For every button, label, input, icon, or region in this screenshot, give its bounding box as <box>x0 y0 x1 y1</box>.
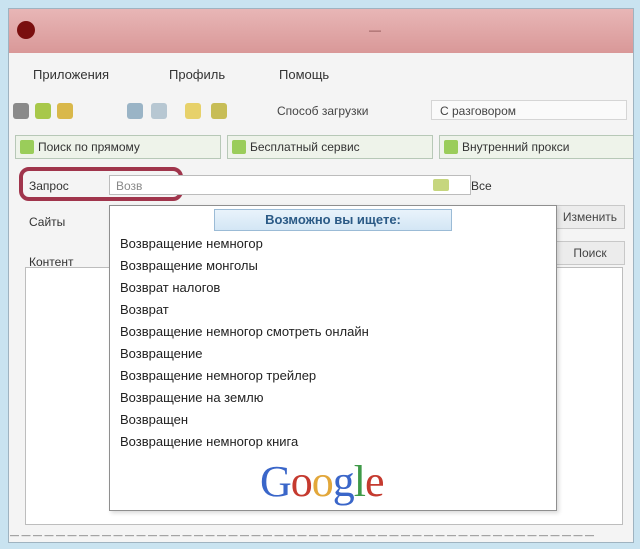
window-title: — <box>369 23 381 37</box>
bookmark-direct-search[interactable]: Поиск по прямому <box>15 135 221 159</box>
google-logo: Google <box>260 457 385 506</box>
suggestion-item[interactable]: Возвращение на землю <box>120 390 263 405</box>
app-window: — Приложения Профиль Помощь Способ загру… <box>8 8 634 543</box>
title-bar: — <box>9 9 633 53</box>
folder-icon[interactable] <box>185 103 201 119</box>
bookmark-label: Поиск по прямому <box>38 140 140 154</box>
status-bar: — — — — — — — — — — — — — — — — — — — — … <box>10 530 595 540</box>
suggestions-header: Возможно вы ищете: <box>214 209 452 231</box>
search-label: Запрос <box>29 179 69 193</box>
suggestion-item[interactable]: Возвращение немногор смотреть онлайн <box>120 324 369 339</box>
share-icon[interactable] <box>127 103 143 119</box>
user-icon[interactable] <box>57 103 73 119</box>
bookmark-internal-proxy[interactable]: Внутренний прокси <box>439 135 633 159</box>
sites-label: Сайты <box>29 215 66 229</box>
suggestion-item[interactable]: Возвращение немногор трейлер <box>120 368 316 383</box>
search-button[interactable]: Поиск <box>555 241 625 265</box>
download-mode-label: Способ загрузки <box>277 104 369 118</box>
app-icon <box>17 21 35 39</box>
search-input[interactable]: Возв <box>109 175 471 195</box>
keyword-toggle[interactable]: Все <box>471 179 492 193</box>
settings-icon[interactable] <box>211 103 227 119</box>
go-icon[interactable] <box>433 179 449 191</box>
bookmark-icon <box>444 140 458 154</box>
bookmark-label: Бесплатный сервис <box>250 140 360 154</box>
suggestion-item[interactable]: Возвращение немногор <box>120 236 263 251</box>
suggestion-item[interactable]: Возврат налогов <box>120 280 220 295</box>
suggestion-item[interactable]: Возвращение <box>120 346 203 361</box>
bookmark-free-service[interactable]: Бесплатный сервис <box>227 135 433 159</box>
suggestions-dropdown: Возможно вы ищете: Возвращение немногор … <box>109 205 557 511</box>
suggestion-item[interactable]: Возвращение немногор книга <box>120 434 298 449</box>
copy-icon[interactable] <box>151 103 167 119</box>
download-mode-select[interactable]: С разговором <box>431 100 627 120</box>
bookmarks-bar: Поиск по прямому Бесплатный сервис Внутр… <box>15 135 633 161</box>
bookmark-icon <box>232 140 246 154</box>
menu-item-help[interactable]: Помощь <box>279 67 329 82</box>
edit-icon[interactable] <box>35 103 51 119</box>
suggestion-item[interactable]: Возврат <box>120 302 169 317</box>
close-icon[interactable] <box>13 103 29 119</box>
menu-bar: Приложения Профиль Помощь <box>9 67 633 87</box>
change-button[interactable]: Изменить <box>555 205 625 229</box>
menu-item-applications[interactable]: Приложения <box>33 67 109 82</box>
suggestion-item[interactable]: Возвращен <box>120 412 188 427</box>
bookmark-label: Внутренний прокси <box>462 140 570 154</box>
menu-item-profile[interactable]: Профиль <box>169 67 225 82</box>
search-icon <box>20 140 34 154</box>
suggestion-item[interactable]: Возвращение монголы <box>120 258 258 273</box>
